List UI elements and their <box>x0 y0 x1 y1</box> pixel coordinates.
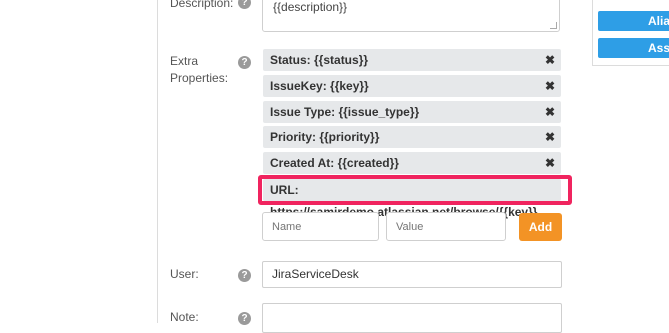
assign-button[interactable]: Assign <box>598 38 669 58</box>
description-help-icon[interactable]: ? <box>238 0 251 9</box>
property-text: Status: {{status}} <box>270 53 369 67</box>
note-label: Note: <box>170 310 199 324</box>
property-text: IssueKey: {{key}} <box>270 79 369 93</box>
note-help-icon[interactable]: ? <box>238 312 251 325</box>
extra-properties-label-line2: Properties: <box>170 71 229 85</box>
user-help-icon[interactable]: ? <box>238 269 251 282</box>
property-item: Issue Type: {{issue_type}} ✖ <box>263 101 561 123</box>
property-item: IssueKey: {{key}} ✖ <box>263 75 561 97</box>
add-property-button[interactable]: Add <box>519 213 562 241</box>
property-text: Priority: {{priority}} <box>270 130 380 144</box>
property-name-input[interactable] <box>262 212 379 241</box>
extra-properties-help-icon[interactable]: ? <box>238 56 251 69</box>
remove-property-icon[interactable]: ✖ <box>545 101 555 123</box>
description-textarea[interactable]: {{description}} <box>262 0 560 32</box>
user-value: JiraServiceDesk <box>272 267 359 281</box>
extra-properties-label: Extra Properties: <box>170 53 228 87</box>
property-item: Created At: {{created}} ✖ <box>263 152 561 174</box>
user-label: User: <box>170 267 199 281</box>
resize-handle-icon[interactable] <box>550 22 557 29</box>
remove-property-icon[interactable]: ✖ <box>545 49 555 71</box>
alias-button[interactable]: Alia <box>598 11 669 31</box>
url-highlight-box <box>258 175 572 205</box>
property-item: Priority: {{priority}} ✖ <box>263 126 561 148</box>
user-input[interactable]: JiraServiceDesk <box>262 261 562 288</box>
remove-property-icon[interactable]: ✖ <box>545 152 555 174</box>
remove-property-icon[interactable]: ✖ <box>545 126 555 148</box>
property-value-input[interactable] <box>386 212 506 241</box>
property-item: Status: {{status}} ✖ <box>263 49 561 71</box>
property-text: Created At: {{created}} <box>270 156 399 170</box>
extra-properties-label-line1: Extra <box>170 54 199 68</box>
description-value: {{description}} <box>273 0 348 14</box>
property-text: Issue Type: {{issue_type}} <box>270 105 420 119</box>
content-border <box>157 0 158 323</box>
description-label: Description: <box>170 0 234 10</box>
note-textarea[interactable] <box>262 303 562 333</box>
remove-property-icon[interactable]: ✖ <box>545 75 555 97</box>
